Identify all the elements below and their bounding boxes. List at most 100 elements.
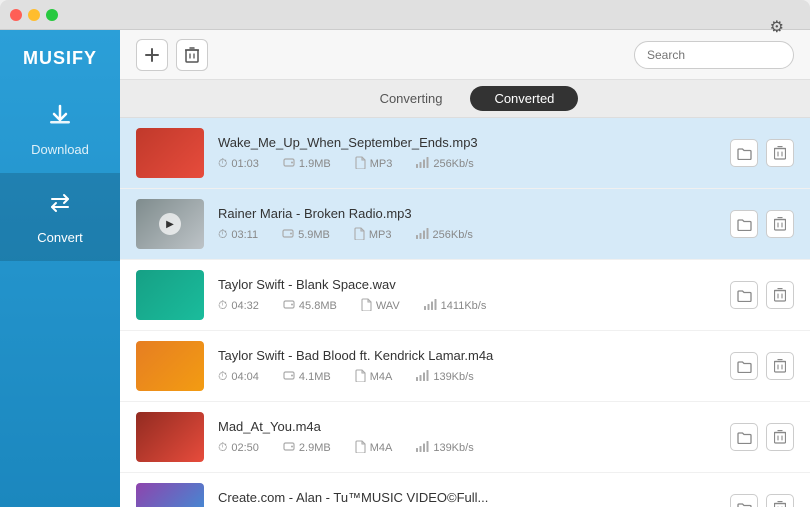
tab-converting[interactable]: Converting — [352, 85, 471, 112]
signal-icon — [416, 370, 429, 384]
open-folder-button[interactable] — [730, 139, 758, 167]
hdd-icon — [282, 227, 294, 242]
file-thumbnail — [136, 270, 204, 320]
meta-size: 2.9MB — [283, 440, 331, 455]
file-meta: ⏱ 04:04 4.1MB M4A — [218, 369, 716, 385]
toolbar — [120, 30, 810, 80]
delete-file-button[interactable] — [766, 423, 794, 451]
minimize-button[interactable] — [28, 9, 40, 21]
file-icon — [354, 227, 365, 243]
bitrate-value: 256Kb/s — [433, 158, 473, 170]
open-folder-button[interactable] — [730, 423, 758, 451]
maximize-button[interactable] — [46, 9, 58, 21]
hdd-icon — [283, 369, 295, 384]
meta-bitrate: 139Kb/s — [416, 441, 473, 455]
settings-button[interactable]: ⚙ — [770, 17, 784, 37]
clock-icon: ⏱ — [218, 227, 227, 242]
format-value: M4A — [370, 442, 393, 454]
sidebar-item-convert[interactable]: Convert — [0, 173, 120, 261]
file-info: Rainer Maria - Broken Radio.mp3 ⏱ 03:11 … — [218, 206, 716, 243]
open-folder-button[interactable] — [730, 210, 758, 238]
traffic-lights — [10, 9, 800, 21]
file-name: Mad_At_You.m4a — [218, 419, 716, 434]
meta-size: 5.9MB — [282, 227, 330, 242]
open-folder-button[interactable] — [730, 494, 758, 507]
open-folder-button[interactable] — [730, 352, 758, 380]
duration-value: 04:04 — [231, 371, 259, 383]
meta-duration: ⏱ 01:03 — [218, 156, 259, 171]
file-name: Taylor Swift - Blank Space.wav — [218, 277, 716, 292]
hdd-icon — [283, 298, 295, 313]
file-info: Taylor Swift - Blank Space.wav ⏱ 04:32 4… — [218, 277, 716, 314]
file-meta: ⏱ 02:50 2.9MB M4A — [218, 440, 716, 456]
delete-button[interactable] — [176, 39, 208, 71]
meta-duration: ⏱ 03:11 — [218, 227, 258, 242]
size-value: 5.9MB — [298, 229, 330, 241]
title-bar-inner: ⚙ — [10, 9, 800, 21]
bitrate-value: 1411Kb/s — [441, 300, 487, 312]
size-value: 1.9MB — [299, 158, 331, 170]
meta-bitrate: 256Kb/s — [416, 228, 473, 242]
meta-duration: ⏱ 04:04 — [218, 369, 259, 384]
sidebar-item-download[interactable]: Download — [0, 85, 120, 173]
clock-icon: ⏱ — [218, 440, 227, 455]
close-button[interactable] — [10, 9, 22, 21]
meta-format: MP3 — [355, 156, 393, 172]
signal-icon — [424, 299, 437, 313]
signal-icon — [416, 441, 429, 455]
hdd-icon — [283, 440, 295, 455]
delete-file-button[interactable] — [766, 494, 794, 507]
app: MUSIFY Download Convert — [0, 30, 810, 507]
tab-converted[interactable]: Converted — [470, 86, 578, 111]
delete-file-button[interactable] — [766, 352, 794, 380]
file-info: Create.com - Alan - Tu™MUSIC VIDEO©Full.… — [218, 490, 716, 507]
file-thumbnail — [136, 128, 204, 178]
search-input[interactable] — [634, 41, 794, 69]
meta-duration: ⏱ 02:50 — [218, 440, 259, 455]
file-list: Wake_Me_Up_When_September_Ends.mp3 ⏱ 01:… — [120, 118, 810, 507]
delete-file-button[interactable] — [766, 139, 794, 167]
meta-size: 4.1MB — [283, 369, 331, 384]
signal-icon — [416, 157, 429, 171]
file-name: Rainer Maria - Broken Radio.mp3 — [218, 206, 716, 221]
meta-bitrate: 139Kb/s — [416, 370, 473, 384]
sidebar-label-download: Download — [31, 142, 89, 157]
app-logo: MUSIFY — [23, 40, 97, 85]
file-meta: ⏱ 04:32 45.8MB WAV — [218, 298, 716, 314]
file-name: Wake_Me_Up_When_September_Ends.mp3 — [218, 135, 716, 150]
format-value: MP3 — [370, 158, 393, 170]
add-button[interactable] — [136, 39, 168, 71]
size-value: 2.9MB — [299, 442, 331, 454]
size-value: 45.8MB — [299, 300, 337, 312]
meta-format: MP3 — [354, 227, 392, 243]
file-icon — [361, 298, 372, 314]
meta-size: 45.8MB — [283, 298, 337, 313]
file-name: Taylor Swift - Bad Blood ft. Kendrick La… — [218, 348, 716, 363]
size-value: 4.1MB — [299, 371, 331, 383]
file-actions — [730, 210, 794, 238]
file-icon — [355, 369, 366, 385]
file-actions — [730, 139, 794, 167]
file-icon — [355, 156, 366, 172]
bitrate-value: 139Kb/s — [433, 371, 473, 383]
sidebar-label-convert: Convert — [37, 230, 83, 245]
meta-size: 1.9MB — [283, 156, 331, 171]
bitrate-value: 256Kb/s — [433, 229, 473, 241]
file-thumbnail — [136, 341, 204, 391]
file-icon — [355, 440, 366, 456]
hdd-icon — [283, 156, 295, 171]
bitrate-value: 139Kb/s — [433, 442, 473, 454]
delete-file-button[interactable] — [766, 281, 794, 309]
meta-duration: ⏱ 04:32 — [218, 298, 259, 313]
sidebar: MUSIFY Download Convert — [0, 30, 120, 507]
file-info: Mad_At_You.m4a ⏱ 02:50 2.9MB M4A — [218, 419, 716, 456]
file-actions — [730, 352, 794, 380]
delete-file-button[interactable] — [766, 210, 794, 238]
open-folder-button[interactable] — [730, 281, 758, 309]
file-item: ▶ Rainer Maria - Broken Radio.mp3 ⏱ 03:1… — [120, 189, 810, 260]
format-value: MP3 — [369, 229, 392, 241]
play-overlay[interactable]: ▶ — [159, 213, 181, 235]
file-item: Taylor Swift - Bad Blood ft. Kendrick La… — [120, 331, 810, 402]
file-item: Wake_Me_Up_When_September_Ends.mp3 ⏱ 01:… — [120, 118, 810, 189]
meta-bitrate: 1411Kb/s — [424, 299, 487, 313]
